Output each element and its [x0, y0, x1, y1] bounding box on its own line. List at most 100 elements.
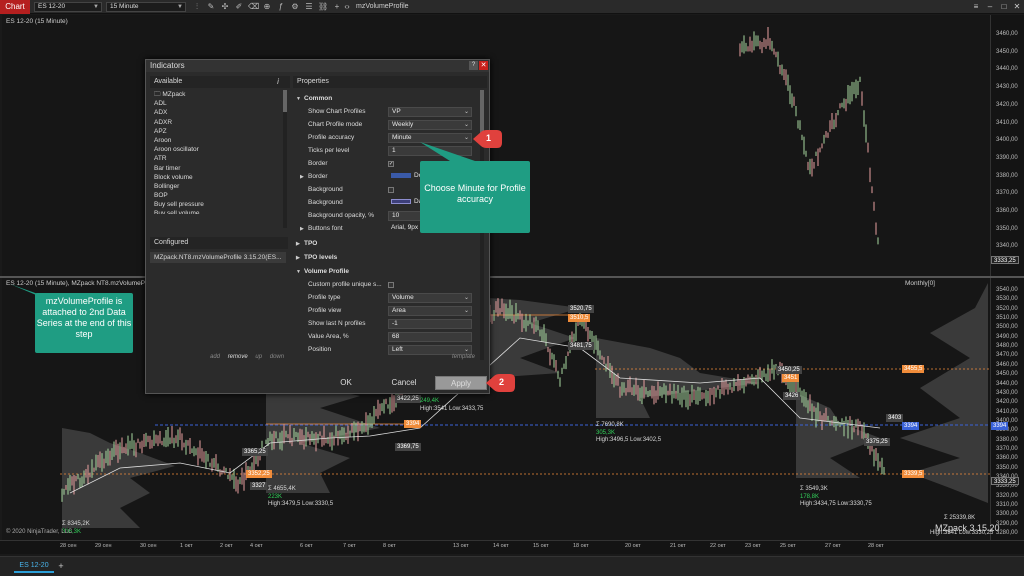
x-tick-label: 4 окт — [250, 543, 263, 549]
expand-triangle-icon[interactable]: ▶ — [300, 171, 304, 184]
remove-link[interactable]: remove — [228, 354, 248, 360]
up-link[interactable]: up — [255, 354, 262, 360]
properties-icon[interactable]: ☰ — [304, 2, 314, 12]
menu-icon[interactable]: ≡ — [970, 1, 982, 13]
category-common[interactable]: ▼ Common — [294, 93, 478, 106]
y-tick-label: 3340,00 — [996, 243, 1018, 250]
price-tag: 3394 — [902, 422, 920, 430]
apply-button[interactable]: Apply — [435, 376, 487, 390]
y-tick-label: 3360,00 — [996, 455, 1018, 462]
profile-view-select[interactable]: Area ⌄ — [388, 306, 472, 316]
cancel-button[interactable]: Cancel — [378, 376, 430, 390]
indicator-item[interactable]: Aroon oscillator — [150, 145, 284, 154]
indicator-item[interactable]: ADXR — [150, 118, 284, 127]
configured-header: Configured — [150, 237, 288, 249]
stat-range: High:3541 Low:3433,75 — [420, 405, 484, 412]
y-tick-label: 3450,00 — [996, 371, 1018, 378]
indicator-item[interactable]: Bollinger — [150, 182, 284, 191]
category-tpo-levels[interactable]: ▶ TPO levels — [294, 252, 478, 265]
price-tag: 3481,75 — [568, 342, 594, 350]
prop-show-last-n: Show last N profiles -1 — [294, 318, 478, 331]
instrument-selector[interactable]: ES 12-20 ▼ — [34, 2, 102, 12]
show-last-n-input[interactable]: -1 — [388, 319, 472, 329]
zoom-in-icon[interactable]: ⊕ — [262, 2, 272, 12]
category-tpo[interactable]: ▶ TPO — [294, 238, 478, 251]
close-dialog-button[interactable]: ✕ — [479, 61, 488, 70]
x-tick-label: 23 окт — [745, 543, 761, 549]
down-link[interactable]: down — [270, 354, 284, 360]
price-tag: 3403 — [886, 414, 904, 422]
scrollbar-thumb[interactable] — [283, 90, 287, 112]
bars-icon[interactable]: ⫶ — [192, 2, 202, 12]
x-tick-label: 29 сен — [95, 543, 112, 549]
indicator-item[interactable]: Block volume — [150, 173, 284, 182]
stat-range: High:3496,5 Low:3402,5 — [596, 437, 662, 443]
configured-item[interactable]: MZpack.NT8.mzVolumeProfile 3.15.20(ES... — [150, 252, 286, 263]
interval-value: 15 Minute — [110, 3, 139, 10]
profile-mode-select[interactable]: Weekly ⌄ — [388, 120, 472, 130]
x-tick-label: 1 окт — [180, 543, 193, 549]
indicator-item[interactable]: ADL — [150, 99, 284, 108]
drawing-tools-icon[interactable]: ✎ — [206, 2, 216, 12]
indicator-item[interactable]: BOP — [150, 191, 284, 200]
expand-triangle-icon[interactable]: ▶ — [300, 223, 304, 236]
x-tick-label: 7 окт — [343, 543, 356, 549]
add-tab-button[interactable]: + — [56, 560, 66, 572]
close-window-icon[interactable]: ✕ — [1011, 1, 1023, 13]
info-icon[interactable]: i — [271, 76, 285, 88]
scroll-arrows-icon[interactable]: ‹› — [342, 2, 352, 12]
top-candles — [739, 27, 879, 245]
panel-label: ES 12-20 (15 Minute) — [6, 18, 68, 25]
template-link[interactable]: template — [452, 354, 475, 360]
profile-stats: Σ 4655,4K 223K High:3479,5 Low:3330,5 — [268, 486, 333, 509]
indicator-item[interactable]: Buy sell pressure — [150, 200, 284, 209]
prop-profile-type: Profile type Volume ⌄ — [294, 292, 478, 305]
tab-es-12-20[interactable]: ES 12-20 — [14, 560, 54, 573]
indicator-item[interactable]: Buy sell volume — [150, 209, 284, 214]
x-tick-label: 6 окт — [300, 543, 313, 549]
interval-selector[interactable]: 15 Minute ▼ — [106, 2, 186, 12]
profile-type-select[interactable]: Volume ⌄ — [388, 293, 472, 303]
y-tick-label: 3370,00 — [996, 445, 1018, 452]
indicator-item[interactable]: ADX — [150, 108, 284, 117]
profile-stats: Σ 7690,8K 305,3K High:3496,5 Low:3402,5 — [596, 422, 661, 445]
custom-profile-checkbox[interactable] — [388, 282, 394, 288]
prop-show-chart-profiles: Show Chart Profiles VP ⌄ — [294, 106, 478, 119]
link-icon[interactable]: ⛓ — [318, 2, 328, 12]
category-volume-profile[interactable]: ▼ Volume Profile — [294, 266, 478, 279]
price-tag: 3339,5 — [902, 470, 925, 478]
ok-button[interactable]: OK — [320, 376, 372, 390]
chart-toolbar: Chart ES 12-20 ▼ 15 Minute ▼ ⫶ ✎ ✣ ✐ ⌫ ⊕… — [0, 0, 1024, 14]
window-title: mzVolumeProfile — [356, 3, 409, 10]
show-profiles-select[interactable]: VP ⌄ — [388, 107, 472, 117]
indicator-item[interactable]: Aroon — [150, 136, 284, 145]
y-tick-label: 3460,00 — [996, 361, 1018, 368]
price-tag: 3375,25 — [864, 438, 890, 446]
indicator-item[interactable]: ATR — [150, 154, 284, 163]
y-tick-label: 3410,00 — [996, 119, 1018, 126]
crosshair-icon[interactable]: ✣ — [220, 2, 230, 12]
background-checkbox[interactable] — [388, 187, 394, 193]
copyright-text: © 2020 NinjaTrader, LLC — [6, 529, 73, 535]
strategies-icon[interactable]: ⚙ — [290, 2, 300, 12]
indicators-icon[interactable]: ƒ — [276, 2, 286, 12]
help-button[interactable]: ? — [469, 61, 478, 70]
border-checkbox[interactable]: ✓ — [388, 161, 394, 167]
eraser-icon[interactable]: ⌫ — [248, 2, 259, 12]
indicator-item-mzpack[interactable]: 🗀 MZpack — [150, 90, 284, 99]
prop-value-area: Value Area, % 68 — [294, 331, 478, 344]
prop-custom-profile: Custom profile unique s... — [294, 279, 478, 292]
callout-pointer — [10, 284, 48, 300]
minimize-icon[interactable]: – — [984, 1, 996, 13]
add-icon[interactable]: + — [332, 2, 342, 12]
app-menu-button[interactable]: Chart — [0, 0, 30, 14]
volume-profile-area — [266, 378, 380, 493]
available-indicators-list[interactable]: 🗀 MZpack ADL ADX ADXR APZ Aroon Aroon os… — [150, 90, 284, 228]
indicator-item[interactable]: APZ — [150, 127, 284, 136]
add-link[interactable]: add — [210, 354, 220, 360]
indicator-item[interactable]: Bar timer — [150, 164, 284, 173]
maximize-icon[interactable]: □ — [998, 1, 1010, 13]
chevron-down-icon: ⌄ — [463, 308, 469, 314]
pencil-icon[interactable]: ✐ — [234, 2, 244, 12]
value-area-input[interactable]: 68 — [388, 332, 472, 342]
